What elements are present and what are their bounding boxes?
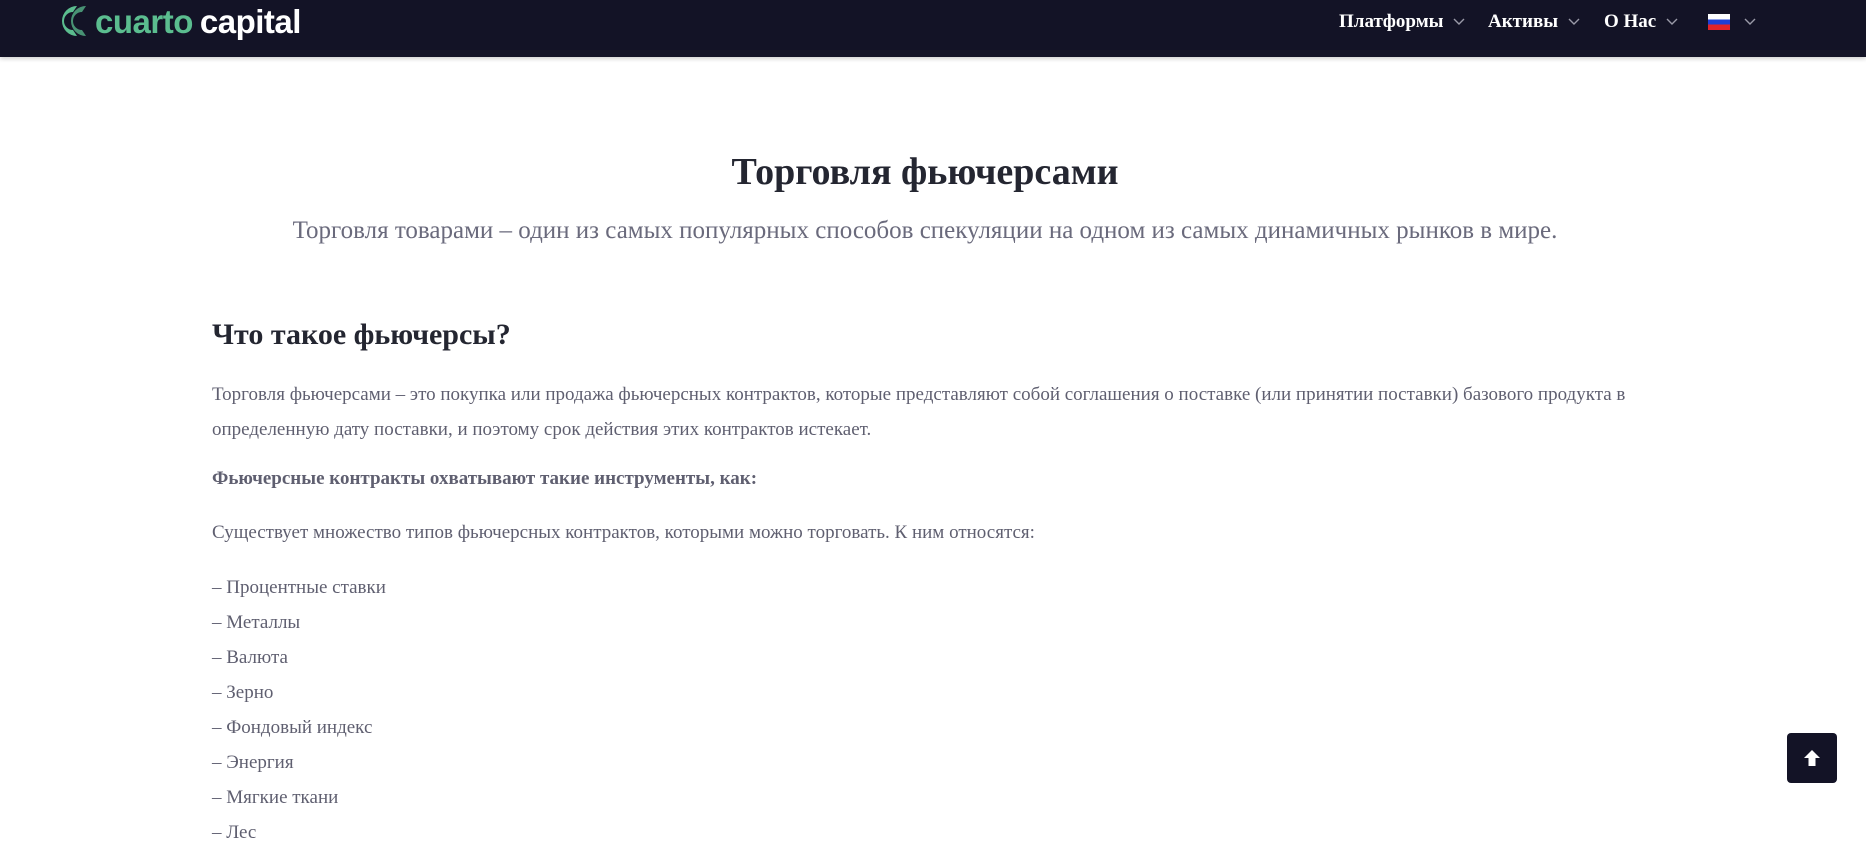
list-item: – Фондовый индекс <box>212 717 373 738</box>
types-intro: Существует множество типов фьючерсных ко… <box>212 522 1035 543</box>
chevron-down-icon <box>1568 18 1580 25</box>
scroll-to-top-button[interactable] <box>1787 733 1837 783</box>
logo-mark-icon <box>62 6 86 36</box>
logo-text: cuarto capital <box>95 5 301 38</box>
list-item: – Мягкие ткани <box>212 787 339 808</box>
nav-item-assets[interactable]: Активы <box>1488 8 1580 36</box>
arrow-up-icon <box>1804 750 1820 766</box>
nav-item-about[interactable]: О Нас <box>1604 8 1678 36</box>
futures-types-list: – Процентные ставки – Металлы – Валюта –… <box>212 570 386 850</box>
page-title: Торговля фьючерсами <box>731 151 1119 193</box>
nav-item-label: О Нас <box>1604 11 1657 32</box>
nav-item-platforms[interactable]: Платформы <box>1339 8 1465 36</box>
list-item: – Процентные ставки <box>212 577 386 598</box>
chevron-down-icon <box>1666 18 1678 25</box>
instruments-heading: Фьючерсные контракты охватывают такие ин… <box>212 468 758 489</box>
top-navbar: cuarto capital Платформы Активы О Нас <box>0 0 1866 57</box>
list-item: – Зерно <box>212 682 274 703</box>
cuarto-capital-logo[interactable]: cuarto capital <box>53 2 301 40</box>
description-paragraph: Торговля фьючерсами – это покупка или пр… <box>212 384 1626 440</box>
list-item: – Металлы <box>212 612 301 633</box>
list-item: – Лес <box>212 822 257 843</box>
nav-item-label: Активы <box>1488 11 1559 32</box>
list-item: – Валюта <box>212 647 288 668</box>
list-item: – Энергия <box>212 752 294 773</box>
chevron-down-icon <box>1744 18 1756 25</box>
nav-item-label: Платформы <box>1339 11 1444 32</box>
page-subtitle: Торговля товарами – один из самых популя… <box>292 217 1558 244</box>
russia-flag-icon <box>1708 14 1730 30</box>
chevron-down-icon <box>1453 18 1465 25</box>
logo-word-cuarto: cuarto <box>95 2 193 40</box>
logo-word-capital: capital <box>199 2 302 40</box>
section-heading: Что такое фьючерсы? <box>212 318 511 351</box>
language-selector[interactable] <box>1708 8 1756 36</box>
